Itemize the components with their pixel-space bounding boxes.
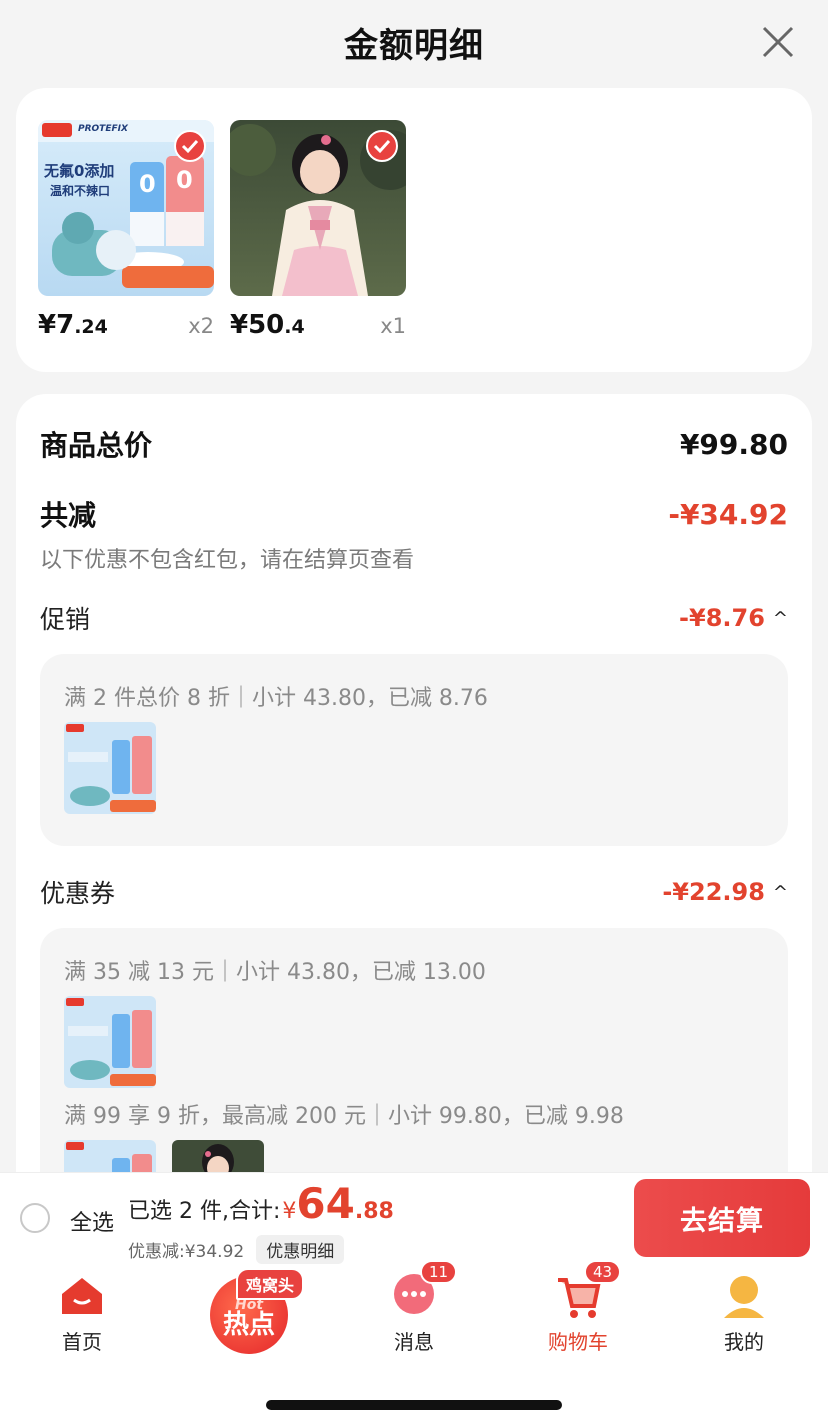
- checkout-button[interactable]: 去结算: [634, 1179, 810, 1257]
- chevron-up-icon[interactable]: ^: [773, 882, 788, 903]
- promo-value[interactable]: -¥8.76 ^: [679, 604, 788, 632]
- promo-row[interactable]: 促销 -¥8.76 ^: [40, 600, 788, 636]
- currency-symbol: ¥: [282, 1199, 297, 1224]
- brand-label: PROTEFIX: [78, 124, 128, 134]
- close-icon[interactable]: [758, 22, 798, 62]
- tab-mine-label: 我的: [724, 1330, 764, 1354]
- product-thumbnail-toothpaste[interactable]: 0 0 无氟0添加 温和不辣口 PROTEFIX: [38, 120, 214, 296]
- tab-home[interactable]: 首页: [22, 1272, 142, 1355]
- select-all-label[interactable]: 全选: [70, 1205, 114, 1237]
- modal-header: 金额明细: [0, 0, 828, 84]
- selected-products-card: 0 0 无氟0添加 温和不辣口 PROTEFIX ¥7.24 x2 ¥50.4 …: [16, 88, 812, 372]
- coupon-rule-line: 满 35 减 13 元｜小计 43.80，已减 13.00: [64, 960, 486, 985]
- total-price-label: 商品总价: [40, 429, 153, 462]
- total-price-value: ¥99.80: [679, 427, 788, 461]
- product-promo-text: 无氟0添加: [44, 162, 115, 180]
- product-quantity: x2: [188, 314, 214, 338]
- coupon-value[interactable]: -¥22.98 ^: [662, 878, 788, 906]
- chat-bubble-icon: 11: [390, 1260, 458, 1320]
- coupon-row[interactable]: 优惠券 -¥22.98 ^: [40, 874, 788, 910]
- cart-badge: 43: [584, 1260, 622, 1284]
- product-item[interactable]: ¥50.4 x1: [230, 120, 406, 340]
- price-details-card: 商品总价 ¥99.80 共减 -¥34.92 以下优惠不包含红包，请在结算页查看…: [16, 394, 812, 1294]
- checkout-bar: 全选 已选 2 件,合计: ¥ 64 .88 优惠减:¥34.92 优惠明细 去…: [0, 1172, 828, 1264]
- promo-product-thumbnail: [64, 722, 156, 814]
- reduction-note: 以下优惠不包含红包，请在结算页查看: [40, 548, 415, 573]
- promo-label: 促销: [40, 605, 91, 634]
- tab-cart[interactable]: 43 购物车: [518, 1260, 638, 1355]
- total-reduction-label: 共减: [40, 499, 97, 532]
- selected-count-text: 已选 2 件,合计:: [128, 1199, 281, 1224]
- product-promo-subtext: 温和不辣口: [50, 184, 111, 198]
- tab-mine[interactable]: 我的: [684, 1272, 804, 1355]
- selected-check-icon[interactable]: [174, 130, 206, 162]
- discount-line: 优惠减:¥34.92 优惠明细: [128, 1235, 345, 1264]
- page-title: 金额明细: [344, 25, 484, 66]
- svg-text:0: 0: [139, 170, 156, 198]
- home-indicator: [266, 1400, 562, 1410]
- product-price-row: ¥50.4 x1: [230, 310, 406, 340]
- coupon-label: 优惠券: [40, 879, 116, 908]
- coupon-product-thumbnail: [64, 996, 156, 1088]
- total-integer: 64: [296, 1179, 355, 1228]
- product-price: ¥7.24: [38, 310, 108, 340]
- select-all-radio[interactable]: [20, 1203, 50, 1233]
- product-thumbnail-hanfu[interactable]: [230, 120, 406, 296]
- home-icon: [58, 1272, 106, 1320]
- selected-check-icon[interactable]: [366, 130, 398, 162]
- total-price-row: 商品总价 ¥99.80: [40, 424, 788, 464]
- total-reduction-value: -¥34.92: [668, 497, 788, 531]
- selected-total: 已选 2 件,合计: ¥ 64 .88: [128, 1179, 394, 1228]
- product-quantity: x1: [380, 314, 406, 338]
- product-price: ¥50.4: [230, 310, 305, 340]
- discount-detail-button[interactable]: 优惠明细: [256, 1235, 345, 1264]
- svg-text:0: 0: [176, 166, 193, 194]
- total-decimal: .88: [354, 1199, 394, 1224]
- promo-rule-line: 满 2 件总价 8 折｜小计 43.80，已减 8.76: [64, 686, 488, 711]
- promo-detail-box: 满 2 件总价 8 折｜小计 43.80，已减 8.76: [40, 654, 788, 846]
- discount-amount: 优惠减:¥34.92: [128, 1242, 245, 1262]
- profile-icon: [720, 1272, 768, 1320]
- hot-topic-tag: 鸡窝头: [236, 1268, 305, 1300]
- tab-messages[interactable]: 11 消息: [354, 1260, 474, 1355]
- coupon-rule-line: 满 99 享 9 折，最高减 200 元｜小计 99.80，已减 9.98: [64, 1104, 624, 1129]
- cart-icon: 43: [554, 1260, 622, 1320]
- messages-badge: 11: [420, 1260, 458, 1284]
- tab-cart-label: 购物车: [548, 1330, 608, 1354]
- hot-label-cn: 热点: [222, 1310, 275, 1340]
- tab-messages-label: 消息: [394, 1330, 434, 1354]
- total-reduction-row: 共减 -¥34.92: [40, 494, 788, 534]
- product-price-row: ¥7.24 x2: [38, 310, 214, 340]
- product-item[interactable]: 0 0 无氟0添加 温和不辣口 PROTEFIX ¥7.24 x2: [38, 120, 214, 340]
- tab-home-label: 首页: [62, 1330, 102, 1354]
- chevron-up-icon[interactable]: ^: [773, 608, 788, 629]
